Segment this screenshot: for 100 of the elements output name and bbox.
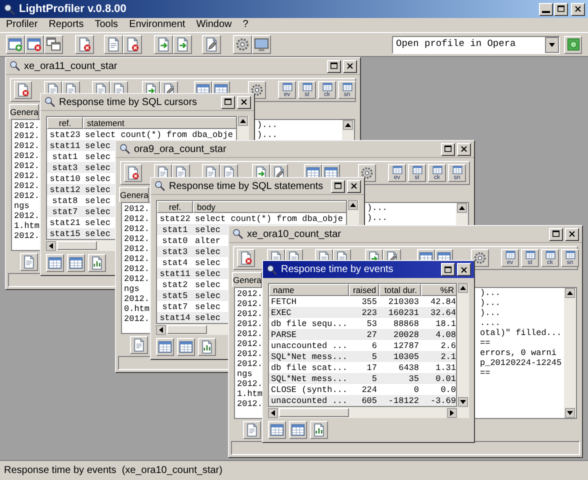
close-button[interactable] bbox=[237, 96, 251, 108]
menu-item[interactable]: Profiler bbox=[6, 19, 38, 31]
toolbar-button[interactable] bbox=[233, 35, 252, 54]
grid-icon bbox=[322, 82, 332, 92]
log-line: 1.htm bbox=[237, 389, 263, 399]
document-delete-icon bbox=[125, 37, 140, 52]
document-chart-icon bbox=[90, 256, 104, 270]
grid-icon bbox=[179, 340, 193, 354]
column-header[interactable]: %R bbox=[421, 284, 456, 296]
log-line: 0.htm bbox=[124, 304, 150, 314]
up-arrow-icon[interactable] bbox=[457, 203, 467, 213]
toolbar-button[interactable] bbox=[25, 35, 44, 54]
table-view-button[interactable] bbox=[289, 421, 307, 439]
tab[interactable]: Genera bbox=[119, 187, 150, 202]
up-arrow-icon[interactable] bbox=[238, 116, 248, 126]
document-button[interactable] bbox=[243, 421, 261, 439]
close-button[interactable] bbox=[457, 263, 471, 276]
table-cell: db file sequ... bbox=[271, 319, 348, 329]
document-delete-icon bbox=[77, 37, 92, 52]
circle-icon bbox=[566, 38, 580, 51]
table-cell: stat2 bbox=[162, 280, 188, 290]
table-cell: 0.0 bbox=[440, 385, 456, 395]
log-line: 2012. bbox=[124, 214, 150, 224]
toolbar-button[interactable] bbox=[6, 35, 25, 54]
document-icon bbox=[245, 423, 259, 437]
left-arrow-icon[interactable] bbox=[156, 324, 166, 334]
table-cell: alter bbox=[195, 236, 221, 246]
grid-icon bbox=[282, 82, 292, 92]
table-cell: stat21 bbox=[50, 218, 80, 228]
maximize-button[interactable] bbox=[221, 96, 235, 108]
left-arrow-icon[interactable] bbox=[268, 408, 278, 418]
up-arrow-icon[interactable] bbox=[565, 288, 575, 298]
menu-item[interactable]: Environment bbox=[129, 19, 186, 31]
up-arrow-icon[interactable] bbox=[348, 200, 358, 210]
run-button[interactable] bbox=[564, 36, 582, 54]
scrollbar-thumb[interactable] bbox=[279, 408, 349, 417]
close-button[interactable] bbox=[565, 228, 579, 240]
table-view-button[interactable] bbox=[156, 338, 174, 356]
left-arrow-icon[interactable] bbox=[46, 240, 56, 250]
document-icon bbox=[132, 338, 146, 352]
toolbar-button[interactable] bbox=[44, 35, 63, 54]
grid-icon bbox=[524, 250, 536, 260]
profile-action-dropdown[interactable]: Open profile in Opera bbox=[392, 36, 560, 54]
magnifier-icon bbox=[154, 180, 166, 192]
column-header[interactable]: ref. bbox=[157, 201, 193, 213]
menu-item[interactable]: Tools bbox=[94, 19, 118, 31]
column-header[interactable]: raised bbox=[349, 284, 379, 296]
table-cell: 10305 bbox=[393, 352, 419, 362]
column-header[interactable]: body bbox=[193, 201, 346, 213]
close-button[interactable] bbox=[343, 60, 357, 72]
column-header[interactable]: ref. bbox=[47, 117, 83, 129]
table-view-button[interactable] bbox=[268, 421, 286, 439]
right-arrow-icon[interactable] bbox=[447, 408, 457, 418]
table-cell: 18.1 bbox=[436, 319, 456, 329]
table-cell: select count(*) from dba_obje bbox=[195, 214, 343, 224]
toolbar-button[interactable] bbox=[471, 249, 489, 267]
menu-item[interactable]: Reports bbox=[48, 19, 84, 31]
chart-button[interactable] bbox=[198, 338, 216, 356]
chart-button[interactable] bbox=[88, 254, 106, 272]
up-arrow-icon[interactable] bbox=[458, 283, 468, 293]
table-view-button[interactable] bbox=[177, 338, 195, 356]
toolbar-button[interactable] bbox=[202, 35, 221, 54]
table-cell: 5 bbox=[372, 374, 377, 384]
maximize-button[interactable] bbox=[331, 180, 345, 192]
maximize-button[interactable] bbox=[441, 263, 455, 276]
maximize-button[interactable] bbox=[327, 60, 341, 72]
chart-button[interactable] bbox=[310, 421, 328, 439]
minimize-button[interactable] bbox=[539, 2, 553, 16]
document-button[interactable] bbox=[20, 253, 38, 271]
close-button[interactable] bbox=[457, 142, 471, 156]
tab[interactable]: Genera bbox=[9, 104, 40, 119]
log-line: 2012. bbox=[237, 299, 263, 309]
log-line: )... bbox=[480, 288, 500, 298]
maximize-button[interactable] bbox=[554, 2, 568, 16]
maximize-button[interactable] bbox=[441, 142, 455, 156]
column-header[interactable]: statement bbox=[83, 117, 236, 129]
log-line: 2012. bbox=[124, 294, 150, 304]
scrollbar-thumb[interactable] bbox=[167, 325, 207, 334]
toolbar-button[interactable] bbox=[252, 35, 271, 54]
tab[interactable]: Genera bbox=[232, 272, 262, 287]
close-button[interactable] bbox=[347, 180, 361, 192]
log-line: 2012. bbox=[14, 231, 40, 241]
column-header[interactable]: name bbox=[269, 284, 349, 296]
table-cell: selec bbox=[85, 152, 111, 162]
table-view-button[interactable] bbox=[46, 254, 64, 272]
log-line: 2012. bbox=[14, 211, 40, 221]
menu-item[interactable]: ? bbox=[242, 19, 248, 31]
column-header[interactable]: total dur. bbox=[379, 284, 421, 296]
maximize-button[interactable] bbox=[549, 228, 563, 240]
log-line: 2012. bbox=[237, 349, 263, 359]
document-button[interactable] bbox=[130, 336, 148, 354]
table-cell: selec bbox=[85, 174, 111, 184]
up-arrow-icon[interactable] bbox=[343, 120, 353, 130]
down-arrow-icon[interactable] bbox=[458, 397, 468, 407]
close-button[interactable] bbox=[571, 2, 585, 16]
table-view-button[interactable] bbox=[67, 254, 85, 272]
down-arrow-icon[interactable] bbox=[565, 408, 575, 418]
menu-item[interactable]: Window bbox=[196, 19, 232, 31]
log-line: 2012. bbox=[14, 121, 40, 131]
scrollbar-thumb[interactable] bbox=[57, 241, 97, 250]
